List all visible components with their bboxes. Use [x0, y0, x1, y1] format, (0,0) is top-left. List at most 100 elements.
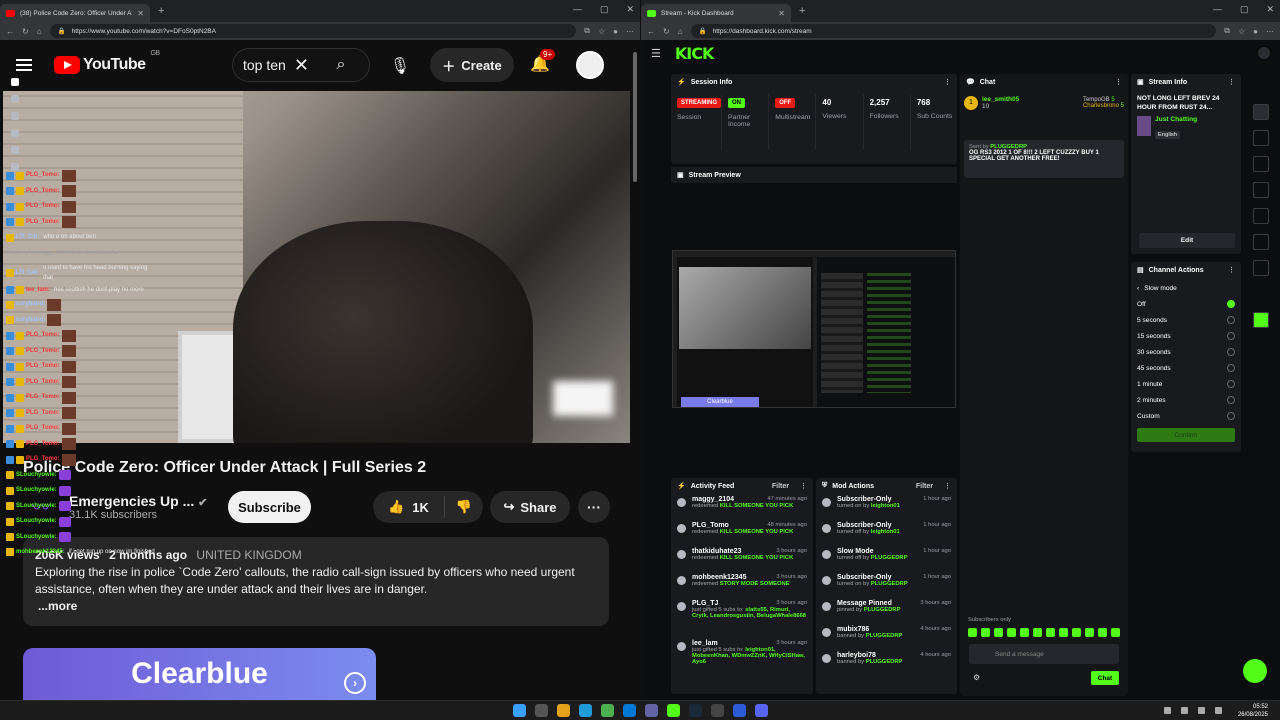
more-options-icon[interactable]: ⋮ [800, 482, 807, 490]
chat-username[interactable]: lee_lam: [26, 285, 50, 295]
chat-username[interactable]: PLG_Tomo: [26, 421, 60, 437]
emote-icon[interactable] [994, 628, 1003, 637]
emote-icon[interactable] [1046, 628, 1055, 637]
radio-button[interactable] [1227, 348, 1235, 356]
partner-income-cell[interactable]: ON Partner Income [722, 94, 770, 150]
search-input[interactable]: top ten [243, 57, 286, 73]
avatar[interactable] [576, 51, 604, 79]
multistream-cell[interactable]: OFF Multistream [769, 94, 817, 150]
multistream-toggle[interactable]: OFF [775, 98, 796, 108]
store-icon[interactable] [623, 704, 636, 717]
steam-icon[interactable] [689, 704, 702, 717]
chat-username[interactable]: PLG_Tomo: [26, 406, 60, 422]
favorite-icon[interactable]: ☆ [598, 27, 605, 36]
more-options-icon[interactable]: ⋮ [944, 482, 951, 490]
chat-username[interactable]: PLG_Tomo: [26, 168, 60, 184]
menu-icon[interactable]: ⋯ [1266, 27, 1274, 36]
chat-username[interactable]: PLG_Tomo: [26, 215, 60, 231]
search-button[interactable]: ⌕ [318, 48, 364, 82]
users-tool-icon[interactable] [1253, 286, 1269, 302]
edge-icon[interactable] [579, 704, 592, 717]
obs-icon[interactable] [733, 704, 746, 717]
send-chat-button[interactable]: Chat [1091, 671, 1119, 685]
chat-username[interactable]: LTI_C4l: [16, 268, 39, 278]
close-tab-icon[interactable]: ✕ [137, 9, 144, 18]
chat-username[interactable]: PLG_Tomo: [26, 390, 60, 406]
tray-chevron-icon[interactable] [1164, 707, 1171, 714]
url-field[interactable]: 🔒 https://www.youtube.com/watch?v=DFoS0p… [49, 24, 577, 38]
new-tab-icon[interactable]: + [158, 5, 164, 17]
partner-income-toggle[interactable]: ON [728, 98, 745, 108]
slow-mode-option[interactable]: Custom [1131, 408, 1241, 424]
wrench-tool-icon[interactable] [1253, 260, 1269, 276]
chat-username[interactable]: SLouchyowie: [16, 514, 57, 530]
radio-button[interactable] [1227, 396, 1235, 404]
chat-username[interactable]: SLouchyowie: [16, 483, 57, 499]
chat-message-input[interactable]: Send a message [969, 644, 1119, 664]
file-explorer-icon[interactable] [557, 704, 570, 717]
more-options-icon[interactable]: ⋮ [1228, 266, 1235, 274]
slow-mode-option[interactable]: 2 minutes [1131, 392, 1241, 408]
edit-stream-info-button[interactable]: Edit [1139, 233, 1235, 248]
radio-button[interactable] [1227, 300, 1235, 308]
home-icon[interactable]: ⌂ [678, 27, 683, 36]
chat-username[interactable]: SLouchyowie: [16, 530, 57, 546]
profile-icon[interactable]: ● [1253, 27, 1258, 36]
emote-icon[interactable] [968, 628, 977, 637]
dislike-button[interactable]: 👎 [445, 499, 483, 515]
radio-button[interactable] [1227, 316, 1235, 324]
maximize-icon[interactable]: ▢ [600, 4, 609, 15]
start-icon[interactable] [513, 704, 526, 717]
close-window-icon[interactable]: ✕ [626, 4, 634, 15]
url-field[interactable]: 🔒 https://dashboard.kick.com/stream [690, 24, 1217, 38]
emote-icon[interactable] [1072, 628, 1081, 637]
new-tab-icon[interactable]: + [799, 5, 805, 17]
kick-logo[interactable]: KICK [675, 44, 714, 63]
maximize-icon[interactable]: ▢ [1240, 4, 1249, 15]
stream-preview-video[interactable]: Clearblue [672, 250, 956, 408]
chat-username[interactable]: PLG_Tomo: [26, 328, 60, 344]
discord-icon[interactable] [755, 704, 768, 717]
clock-tool-icon[interactable] [1253, 234, 1269, 250]
emote-icon[interactable] [1059, 628, 1068, 637]
category-name[interactable]: Just Chatting [1155, 116, 1197, 123]
show-more-link[interactable]: ...more [35, 598, 597, 615]
confirm-button[interactable]: Confirm [1137, 428, 1235, 442]
chat-username[interactable]: SLouchyowie: [16, 468, 57, 484]
tab-youtube[interactable]: (38) Police Code Zero: Officer Under Att… [0, 4, 150, 22]
app-icon[interactable] [711, 704, 724, 717]
menu-toggle-icon[interactable]: ☰ [651, 47, 661, 60]
minimize-icon[interactable]: — [1213, 4, 1222, 15]
radio-button[interactable] [1227, 332, 1235, 340]
top-user-name[interactable]: lee_smith05 [982, 96, 1079, 103]
nav-trophy-icon[interactable] [11, 112, 19, 120]
nav-chat-icon[interactable] [11, 95, 19, 103]
nav-community-icon[interactable] [11, 129, 19, 137]
chat-tool-icon[interactable] [1253, 208, 1269, 224]
slow-mode-option[interactable]: 1 minute [1131, 376, 1241, 392]
emote-icon[interactable] [1007, 628, 1016, 637]
close-tab-icon[interactable]: ✕ [778, 9, 785, 18]
close-window-icon[interactable]: ✕ [1266, 4, 1274, 15]
taskbar-clock[interactable]: 05:52 26/08/2025 [1238, 703, 1268, 719]
nav-stream-icon[interactable] [11, 78, 19, 86]
subscribe-button[interactable]: Subscribe [228, 491, 311, 523]
back-icon[interactable]: ← [647, 27, 655, 36]
slow-mode-option[interactable]: 15 seconds [1131, 328, 1241, 344]
slow-mode-option[interactable]: Off [1131, 296, 1241, 312]
minimize-icon[interactable]: — [573, 4, 582, 15]
create-button[interactable]: ＋ Create [430, 48, 514, 82]
document-tool-icon[interactable] [1253, 182, 1269, 198]
microphone-icon[interactable]: 🎙 [387, 54, 413, 78]
chat-username[interactable]: SLouchyowie: [16, 499, 57, 515]
page-scrollbar[interactable] [632, 42, 638, 692]
like-button[interactable]: 👍 1K [373, 496, 445, 518]
emote-icon[interactable] [1111, 628, 1120, 637]
back-icon[interactable]: ← [6, 27, 14, 36]
more-options-icon[interactable]: ⋮ [944, 78, 951, 86]
emote-icon[interactable] [1085, 628, 1094, 637]
refresh-icon[interactable]: ↻ [22, 27, 29, 36]
profile-icon[interactable]: ● [613, 27, 618, 36]
network-icon[interactable] [1215, 707, 1222, 714]
chat-username[interactable]: PLG_Tomo: [26, 452, 60, 468]
